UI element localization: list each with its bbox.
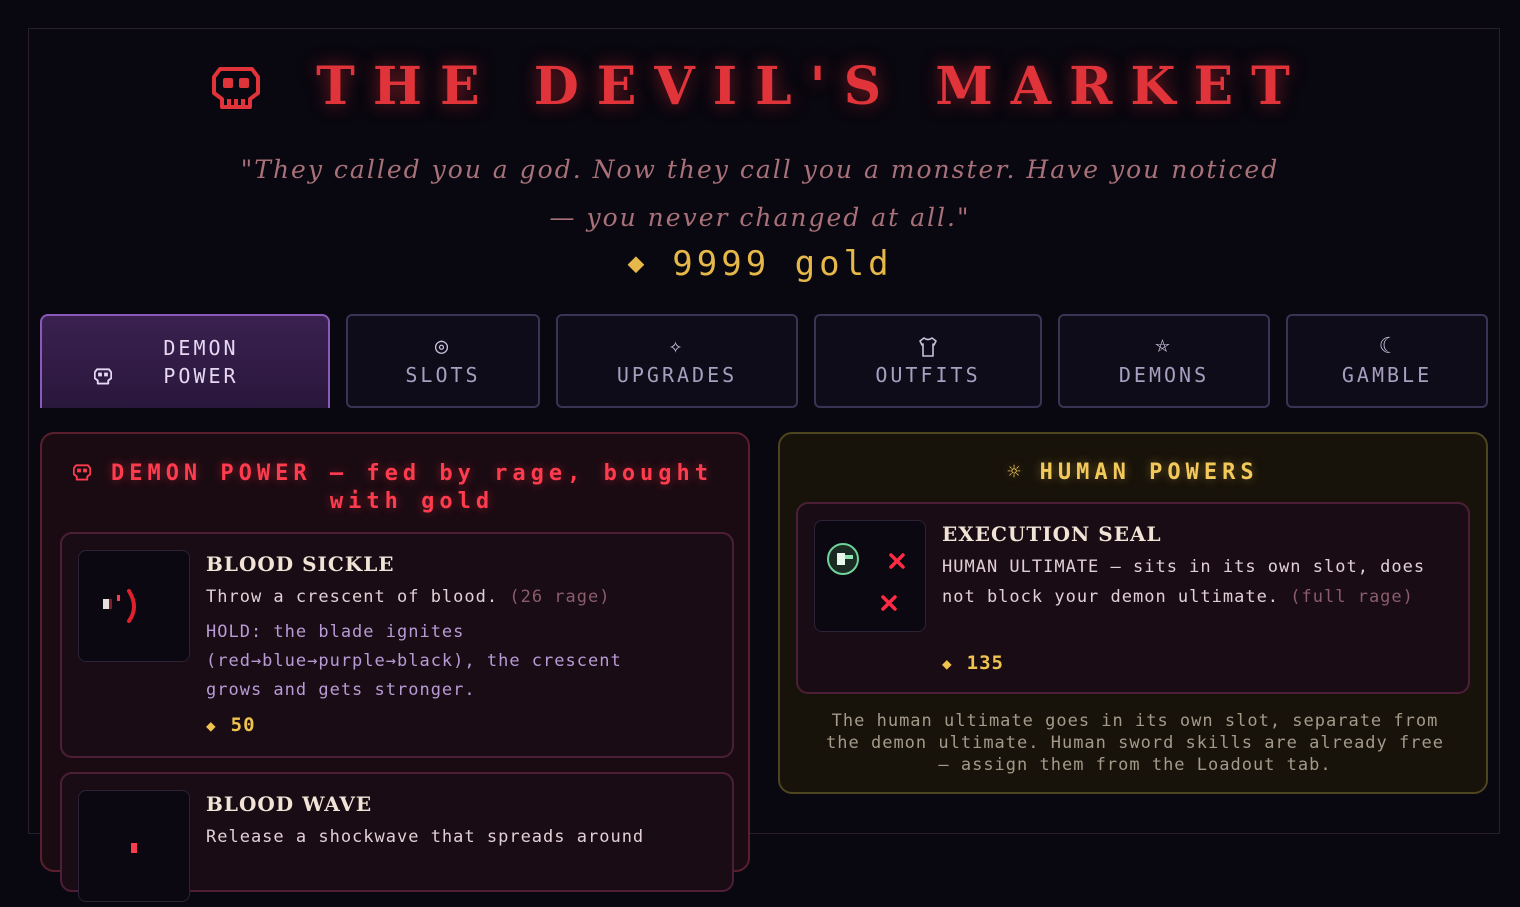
tab-label: DEMON POWER (163, 336, 239, 388)
skull-icon (93, 368, 113, 385)
blood-sickle-thumbnail (78, 550, 190, 662)
page-title: THE DEVIL'S MARKET (316, 56, 1308, 117)
tab-demon-power[interactable]: DEMON POWER (40, 314, 330, 408)
item-name: BLOOD SICKLE (206, 552, 395, 576)
tab-demons[interactable]: ⛤ DEMONS (1058, 314, 1270, 408)
gold-diamond-icon: ◆ (942, 654, 953, 673)
item-card-execution-seal[interactable]: EXECUTION SEAL HUMAN ULTIMATE — sits in … (796, 502, 1470, 694)
target-icon: ◎ (434, 334, 452, 359)
rage-cost: (full rage) (1290, 587, 1414, 607)
moon-icon: ☾ (1378, 334, 1396, 359)
tab-outfits[interactable]: OUTFITS (814, 314, 1042, 408)
market-header: THE DEVIL'S MARKET (0, 56, 1520, 117)
shirt-icon (919, 337, 937, 357)
gold-diamond-icon: ◆ (627, 246, 649, 279)
gold-unit: gold (794, 244, 893, 284)
tab-slots[interactable]: ◎ SLOTS (346, 314, 540, 408)
item-hold-description: HOLD: the blade ignites (red→blue→purple… (206, 622, 622, 700)
item-card-blood-wave[interactable]: BLOOD WAVE Release a shockwave that spre… (60, 772, 734, 902)
item-description: Release a shockwave that spreads around (206, 827, 645, 847)
skull-icon (212, 66, 261, 109)
gold-amount: 9999 (672, 244, 771, 284)
execution-seal-thumbnail (814, 520, 926, 632)
gold-diamond-icon: ◆ (206, 716, 217, 735)
execution-seal-icon (827, 543, 905, 611)
skull-icon (72, 464, 92, 481)
tab-upgrades[interactable]: ✧ UPGRADES (556, 314, 798, 408)
item-price: ◆ 135 (942, 652, 1004, 674)
blood-wave-icon (131, 843, 137, 853)
tab-label: UPGRADES (616, 363, 738, 387)
item-price: ◆ 50 (206, 714, 256, 736)
blood-sickle-icon (103, 589, 136, 623)
human-panel-title: ☼ HUMAN POWERS (1007, 460, 1259, 485)
item-description: HUMAN ULTIMATE — sits in its own slot, d… (942, 557, 1426, 607)
human-powers-panel: ☼ HUMAN POWERS EXECUTION SEAL HUMAN ULTIM… (778, 432, 1488, 794)
gold-balance: ◆ 9999 gold (0, 244, 1520, 284)
item-name: BLOOD WAVE (206, 792, 373, 816)
item-description: Throw a crescent of blood. (26 rage) (206, 587, 611, 607)
blood-wave-thumbnail (78, 790, 190, 902)
item-card-blood-sickle[interactable]: BLOOD SICKLE Throw a crescent of blood. … (60, 532, 734, 758)
tab-label: OUTFITS (875, 363, 981, 387)
rage-cost: (26 rage) (509, 587, 611, 607)
tab-gamble[interactable]: ☾ GAMBLE (1286, 314, 1488, 408)
tab-label: SLOTS (405, 363, 481, 387)
demon-power-panel: DEMON POWER — fed by rage, bought with g… (40, 432, 750, 902)
demon-panel-title: DEMON POWER — fed by rage, bought with g… (42, 460, 748, 516)
pentagram-icon: ⛤ (1155, 336, 1173, 357)
tab-label: GAMBLE (1341, 363, 1433, 387)
flavor-quote: "They called you a god. Now they call yo… (240, 155, 1280, 232)
sparkle-icon: ✧ (668, 334, 686, 359)
item-name: EXECUTION SEAL (942, 522, 1162, 546)
sun-icon: ☼ (1007, 460, 1026, 485)
human-powers-note: The human ultimate goes in its own slot,… (826, 711, 1444, 775)
tab-label: DEMONS (1118, 363, 1210, 387)
